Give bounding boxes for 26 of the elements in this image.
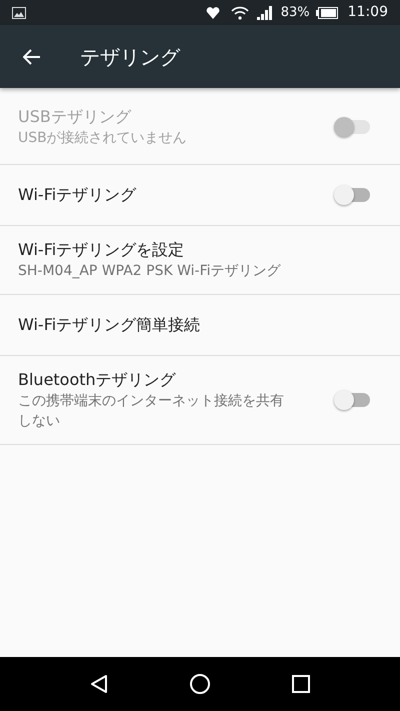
item-title: USBテザリング xyxy=(18,106,132,128)
item-subtitle: この携帯端末のインターネット接続を共有しない xyxy=(18,392,285,431)
heart-icon xyxy=(204,4,221,20)
item-title: Wi-Fiテザリングを設定 xyxy=(18,239,186,261)
settings-item[interactable]: Bluetoothテザリング この携帯端末のインターネット接続を共有しない xyxy=(0,356,400,445)
settings-item[interactable]: Wi-Fiテザリングを設定 SH-M04_AP WPA2 PSK Wi-Fiテザリング xyxy=(0,226,400,295)
item-title: Wi-Fiテザリング簡単接続 xyxy=(18,314,202,336)
image-icon xyxy=(12,6,26,18)
item-title: Bluetoothテザリング xyxy=(18,369,177,391)
signal-icon xyxy=(256,6,273,20)
wifi-icon xyxy=(230,6,249,20)
screen-title: テザリング xyxy=(80,44,180,70)
item-title: Wi-Fiテザリング xyxy=(18,184,138,206)
settings-item[interactable]: Wi-Fiテザリング xyxy=(0,165,400,226)
clock: 11:09 xyxy=(348,3,388,22)
battery-icon xyxy=(316,6,338,18)
toggle-switch[interactable] xyxy=(334,388,372,412)
toggle-switch[interactable] xyxy=(334,183,372,207)
item-subtitle: SH-M04_AP WPA2 PSK Wi-Fiテザリング xyxy=(18,262,282,281)
item-subtitle: USBが接続されていません xyxy=(18,129,188,148)
back-icon[interactable] xyxy=(90,674,108,694)
home-icon[interactable] xyxy=(188,673,211,695)
settings-item[interactable]: Wi-Fiテザリング簡単接続 xyxy=(0,295,400,356)
battery-percent: 83% xyxy=(280,4,310,22)
overview-icon[interactable] xyxy=(292,675,310,693)
back-arrow-icon xyxy=(23,48,41,64)
